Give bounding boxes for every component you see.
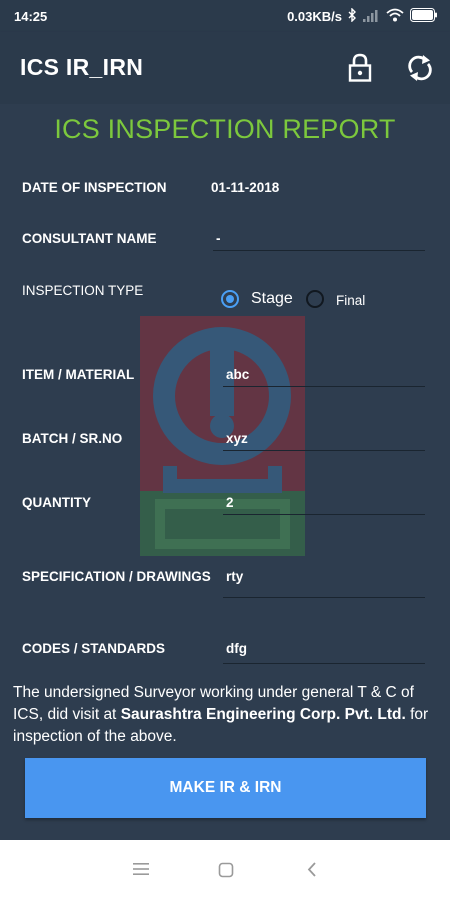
batch-field[interactable]: xyz — [226, 431, 248, 446]
inspection-form: ICS INSPECTION REPORT DATE OF INSPECTION… — [0, 104, 450, 840]
declaration-text: The undersigned Surveyor working under g… — [13, 682, 438, 748]
consultant-underline — [213, 250, 425, 251]
sync-icon — [408, 55, 432, 81]
consultant-field[interactable]: - — [216, 231, 221, 246]
quantity-label: QUANTITY — [22, 495, 91, 510]
item-field[interactable]: abc — [226, 367, 249, 382]
radio-stage-label[interactable]: Stage — [251, 290, 293, 308]
app-title: ICS IR_IRN — [20, 54, 144, 80]
spec-label: SPECIFICATION / DRAWINGS — [22, 569, 211, 584]
app-bar: ICS IR_IRN — [0, 32, 450, 104]
radio-final[interactable] — [306, 290, 324, 308]
lock-button[interactable] — [346, 52, 374, 84]
signal-icon — [363, 9, 380, 25]
batch-label: BATCH / SR.NO — [22, 431, 123, 446]
ics-logo-watermark — [140, 316, 305, 556]
item-underline — [223, 386, 425, 387]
status-icons: 0.03KB/s — [287, 7, 438, 25]
home-square-icon[interactable] — [218, 862, 234, 878]
radio-final-label[interactable]: Final — [336, 293, 365, 308]
company-name: Saurashtra Engineering Corp. Pvt. Ltd. — [120, 706, 406, 723]
quantity-field[interactable]: 2 — [226, 495, 234, 510]
codes-label: CODES / STANDARDS — [22, 641, 166, 656]
system-nav-bar — [0, 840, 450, 900]
batch-underline — [223, 450, 425, 451]
battery-icon — [410, 8, 438, 25]
bluetooth-icon — [348, 7, 357, 25]
status-bar: 14:25 0.03KB/s — [0, 0, 450, 32]
spec-field[interactable]: rty — [226, 569, 243, 584]
status-time: 14:25 — [14, 9, 48, 24]
menu-icon[interactable] — [133, 862, 149, 876]
spec-underline — [223, 597, 425, 598]
codes-field[interactable]: dfg — [226, 641, 247, 656]
report-title: ICS INSPECTION REPORT — [54, 114, 396, 144]
sync-button[interactable] — [405, 52, 435, 84]
radio-stage[interactable] — [221, 290, 239, 308]
back-icon[interactable] — [306, 861, 318, 878]
wifi-icon — [386, 8, 404, 25]
quantity-underline — [223, 514, 425, 515]
date-label: DATE OF INSPECTION — [22, 180, 167, 195]
battery-fill — [412, 10, 433, 20]
codes-underline — [223, 663, 425, 664]
network-speed: 0.03KB/s — [287, 9, 342, 24]
consultant-label: CONSULTANT NAME — [22, 231, 157, 246]
make-ir-irn-button[interactable]: MAKE IR & IRN — [25, 758, 426, 818]
lock-icon — [348, 53, 372, 82]
inspection-type-label: INSPECTION TYPE — [22, 283, 144, 298]
item-label: ITEM / MATERIAL — [22, 367, 135, 382]
date-value: 01-11-2018 — [211, 180, 280, 195]
